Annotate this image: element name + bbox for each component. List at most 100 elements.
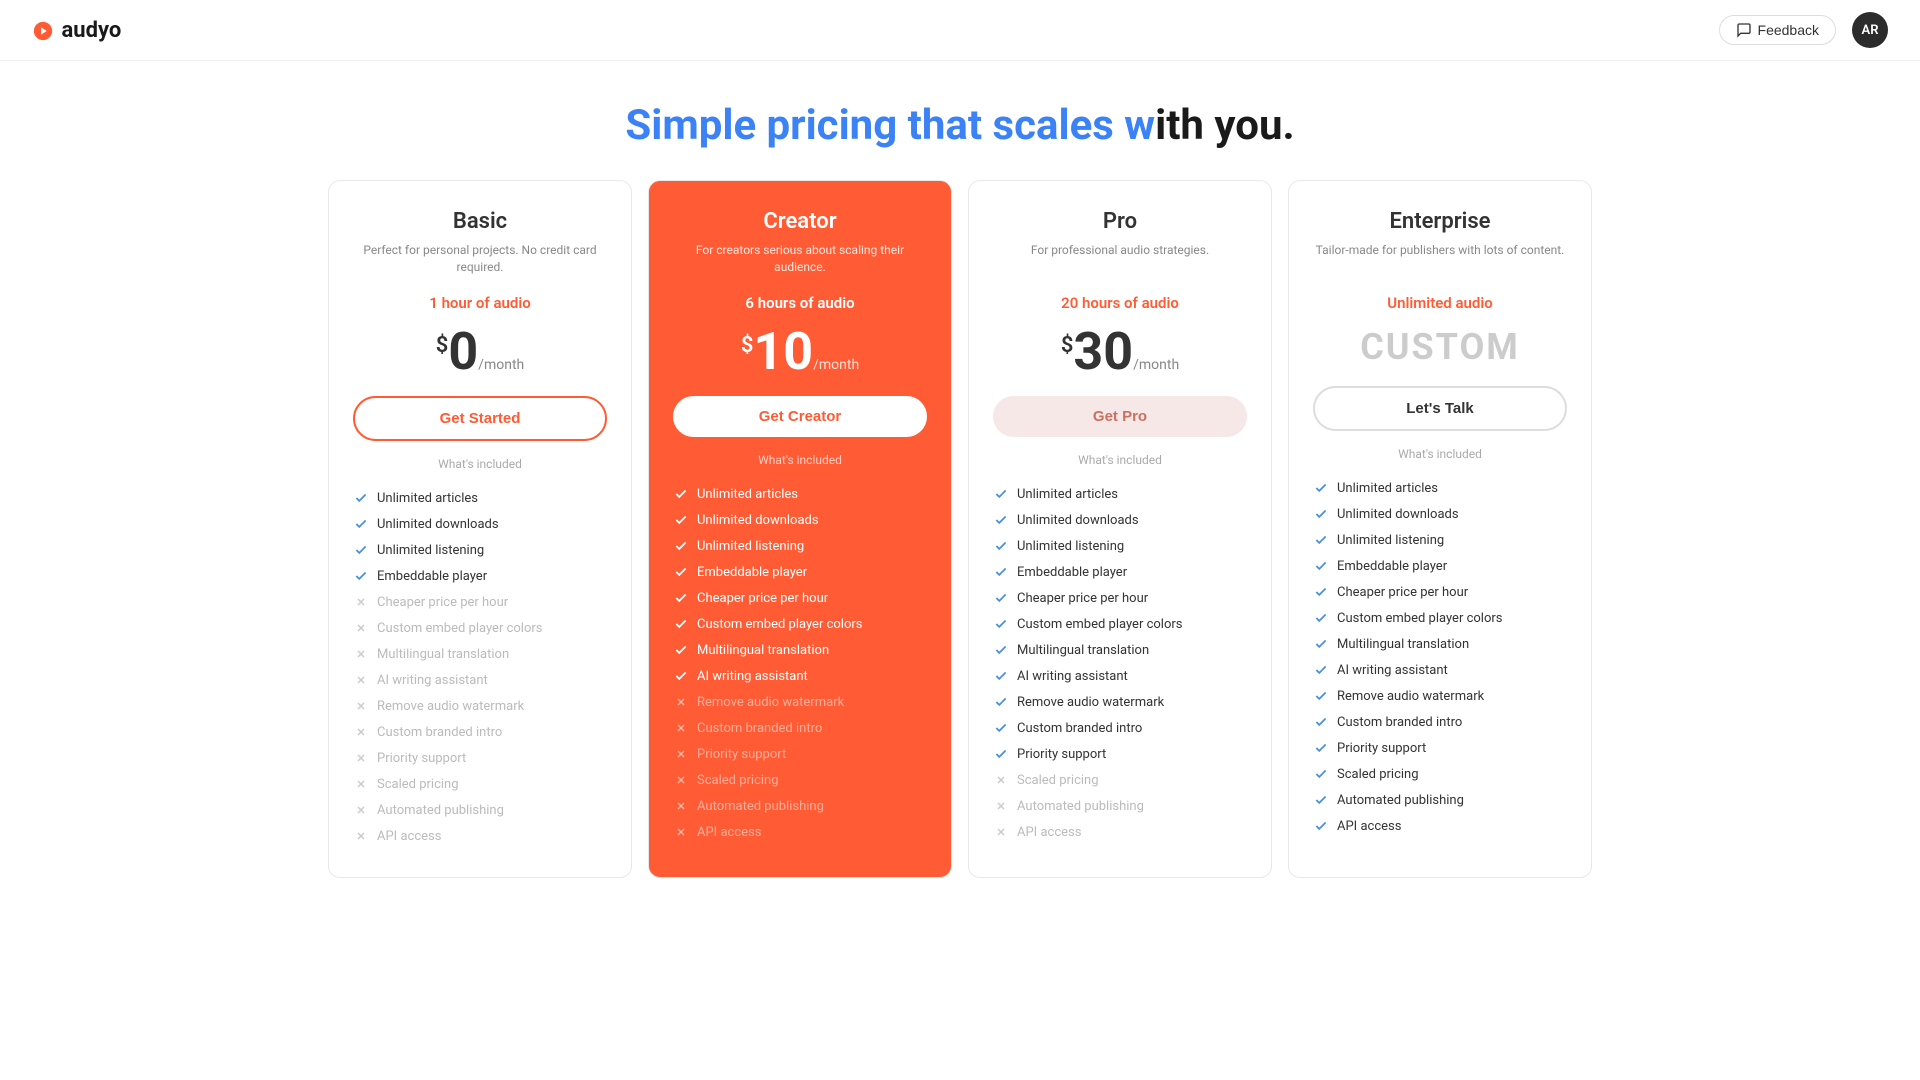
check-icon-blue <box>993 746 1009 762</box>
feature-text: API access <box>1337 819 1401 834</box>
check-icon-white <box>673 564 689 580</box>
feature-item: Embeddable player <box>673 559 927 585</box>
check-icon-blue <box>353 516 369 532</box>
feature-text-disabled: Scaled pricing <box>697 773 779 788</box>
plan-btn-pro[interactable]: Get Pro <box>993 396 1247 437</box>
feature-text: Unlimited articles <box>377 491 478 506</box>
feature-text-disabled: Priority support <box>697 747 786 762</box>
check-icon-blue <box>1313 740 1329 756</box>
cross-icon <box>353 750 369 766</box>
feature-item: Custom embed player colors <box>673 611 927 637</box>
avatar[interactable]: AR <box>1852 12 1888 48</box>
plan-btn-basic[interactable]: Get Started <box>353 396 607 441</box>
feature-text: AI writing assistant <box>1017 669 1128 684</box>
plan-amount: 30 <box>1073 321 1133 382</box>
plan-period: /month <box>1133 357 1179 373</box>
check-icon-blue <box>993 590 1009 606</box>
plan-name-basic: Basic <box>353 209 607 234</box>
check-icon-white <box>673 486 689 502</box>
feature-item: Unlimited downloads <box>993 507 1247 533</box>
feature-text-disabled: API access <box>697 825 761 840</box>
feature-text: Remove audio watermark <box>1017 695 1164 710</box>
plan-amount: 10 <box>753 321 813 382</box>
check-icon-white <box>673 538 689 554</box>
feature-text-disabled: Custom branded intro <box>697 721 822 736</box>
cross-icon <box>673 772 689 788</box>
feature-item: Unlimited listening <box>673 533 927 559</box>
feature-text-white: Cheaper price per hour <box>697 591 828 606</box>
whats-included-pro: What's included <box>993 453 1247 467</box>
plan-price-pro: $30/month <box>993 326 1247 378</box>
feature-item: Priority support <box>993 741 1247 767</box>
check-icon-blue <box>1313 584 1329 600</box>
feature-text: Unlimited downloads <box>1337 507 1459 522</box>
plan-audio-basic: 1 hour of audio <box>353 294 607 312</box>
feature-text: Custom branded intro <box>1017 721 1142 736</box>
cross-icon <box>993 798 1009 814</box>
check-icon-white <box>673 590 689 606</box>
check-icon-white <box>673 668 689 684</box>
check-icon-blue <box>993 668 1009 684</box>
plan-desc-creator: For creators serious about scaling their… <box>673 242 927 278</box>
check-icon-blue <box>1313 662 1329 678</box>
feedback-button[interactable]: Feedback <box>1719 15 1836 45</box>
plan-name-enterprise: Enterprise <box>1313 209 1567 234</box>
feature-text-disabled: API access <box>377 829 441 844</box>
feature-text-white: Unlimited downloads <box>697 513 819 528</box>
feature-item: Multilingual translation <box>993 637 1247 663</box>
feature-item: Priority support <box>673 741 927 767</box>
cross-icon <box>353 646 369 662</box>
feature-text-disabled: Custom embed player colors <box>377 621 542 636</box>
feature-item: Scaled pricing <box>353 771 607 797</box>
check-icon-blue <box>1313 766 1329 782</box>
feature-item: Multilingual translation <box>353 641 607 667</box>
plan-btn-enterprise[interactable]: Let's Talk <box>1313 386 1567 431</box>
whats-included-basic: What's included <box>353 457 607 471</box>
feature-item: Cheaper price per hour <box>1313 579 1567 605</box>
feature-item: Embeddable player <box>1313 553 1567 579</box>
check-icon-white <box>673 512 689 528</box>
feature-item: Unlimited downloads <box>1313 501 1567 527</box>
feature-item: AI writing assistant <box>1313 657 1567 683</box>
feature-text: Unlimited downloads <box>377 517 499 532</box>
check-icon-blue <box>353 568 369 584</box>
plan-amount: 0 <box>448 321 478 382</box>
feature-text-white: Custom embed player colors <box>697 617 862 632</box>
plans-container: Basic Perfect for personal projects. No c… <box>260 180 1660 878</box>
feature-list-enterprise: Unlimited articlesUnlimited downloadsUnl… <box>1313 475 1567 839</box>
feature-text: Multilingual translation <box>1017 643 1149 658</box>
header: audyo Feedback AR <box>0 0 1920 61</box>
cross-icon <box>673 798 689 814</box>
cross-icon <box>353 802 369 818</box>
feature-item: Automated publishing <box>1313 787 1567 813</box>
plan-currency: $ <box>436 333 449 358</box>
feature-item: Unlimited listening <box>1313 527 1567 553</box>
plan-audio-pro: 20 hours of audio <box>993 294 1247 312</box>
feature-text: Automated publishing <box>1337 793 1464 808</box>
plan-btn-creator[interactable]: Get Creator <box>673 396 927 437</box>
check-icon-blue <box>1313 506 1329 522</box>
feature-item: Scaled pricing <box>673 767 927 793</box>
cross-icon <box>993 824 1009 840</box>
plan-currency: $ <box>1061 333 1074 358</box>
whats-included-creator: What's included <box>673 453 927 467</box>
feature-text: Priority support <box>1017 747 1106 762</box>
feature-text: Cheaper price per hour <box>1337 585 1468 600</box>
feature-item: Automated publishing <box>993 793 1247 819</box>
feature-item: Cheaper price per hour <box>353 589 607 615</box>
feature-text: Custom branded intro <box>1337 715 1462 730</box>
feature-text: Custom embed player colors <box>1337 611 1502 626</box>
plan-period: /month <box>813 357 859 373</box>
feature-text-disabled: Remove audio watermark <box>697 695 844 710</box>
plan-audio-creator: 6 hours of audio <box>673 294 927 312</box>
feature-item: API access <box>353 823 607 849</box>
check-icon-blue <box>1313 818 1329 834</box>
feature-item: Multilingual translation <box>1313 631 1567 657</box>
feature-item: Unlimited articles <box>993 481 1247 507</box>
plan-desc-basic: Perfect for personal projects. No credit… <box>353 242 607 278</box>
cross-icon <box>673 694 689 710</box>
feature-text: Unlimited listening <box>1337 533 1444 548</box>
check-icon-blue <box>1313 610 1329 626</box>
feature-text: Unlimited articles <box>1017 487 1118 502</box>
check-icon-blue <box>993 642 1009 658</box>
